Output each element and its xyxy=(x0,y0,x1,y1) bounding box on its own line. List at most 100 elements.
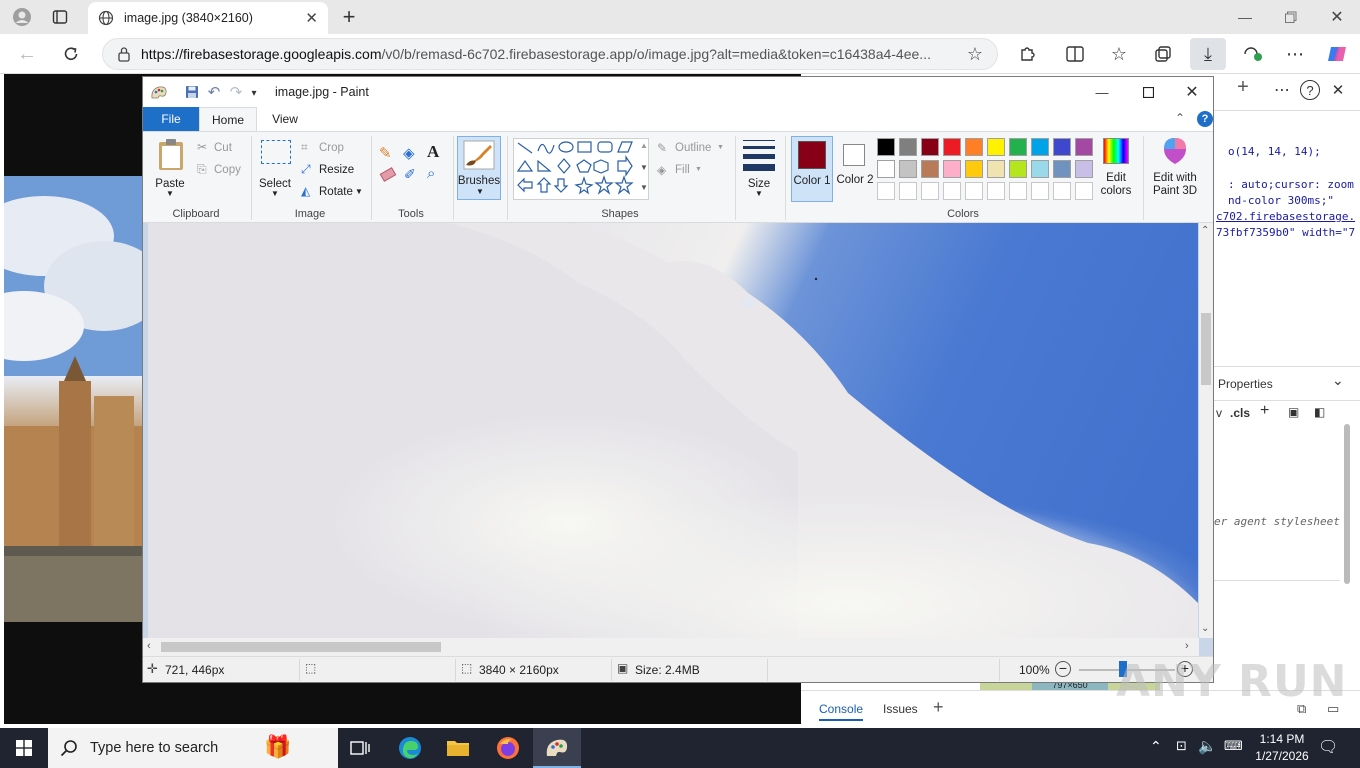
vertical-scroll-thumb[interactable] xyxy=(1201,313,1211,385)
palette-swatch[interactable] xyxy=(877,182,895,200)
computed-sidebar-icon[interactable]: ◧ xyxy=(1314,405,1325,419)
fill-button[interactable]: Fill xyxy=(675,164,690,176)
image-canvas[interactable] xyxy=(148,223,1198,638)
palette-swatch[interactable] xyxy=(1075,182,1093,200)
scroll-left-icon[interactable]: ‹ xyxy=(147,640,151,652)
url-bar[interactable]: https://firebasestorage.googleapis.com/v… xyxy=(102,38,998,70)
palette-swatch[interactable] xyxy=(899,160,917,178)
devtools-scrollbar[interactable] xyxy=(1344,424,1350,584)
css-line-4[interactable]: c702.firebasestorage. xyxy=(1216,210,1355,223)
tab-file[interactable]: File xyxy=(143,107,199,131)
lock-icon[interactable] xyxy=(117,46,131,62)
chevron-down-icon[interactable]: ⌄ xyxy=(1332,372,1344,389)
scroll-right-icon[interactable]: › xyxy=(1185,640,1189,652)
palette-swatch[interactable] xyxy=(1031,160,1049,178)
volume-icon[interactable]: 🔈 xyxy=(1198,737,1217,755)
more-menu-icon[interactable]: ⋯ xyxy=(1282,42,1308,66)
paint-taskbar-icon[interactable] xyxy=(533,728,581,768)
downloads-icon[interactable]: ⤓ xyxy=(1190,38,1226,70)
paste-button[interactable]: Paste ▼ xyxy=(151,136,189,200)
palette-swatch[interactable] xyxy=(877,160,895,178)
tab-view[interactable]: View xyxy=(265,107,305,131)
quick-access-dropdown-icon[interactable]: ▾ xyxy=(247,84,261,102)
palette-swatch[interactable] xyxy=(1053,160,1071,178)
palette-swatch[interactable] xyxy=(1009,138,1027,156)
issues-tab[interactable]: Issues xyxy=(883,702,918,716)
color2-button[interactable]: Color 2 xyxy=(835,136,875,202)
properties-section[interactable]: Properties xyxy=(1218,377,1273,391)
edit-with-paint3d-button[interactable]: Edit with Paint 3D xyxy=(1147,136,1203,202)
network-icon[interactable]: ⊡ xyxy=(1176,738,1187,754)
extensions-icon[interactable] xyxy=(1014,42,1040,66)
console-tab[interactable]: Console xyxy=(819,702,864,721)
palette-swatch[interactable] xyxy=(1075,160,1093,178)
favorites-icon[interactable]: ☆ xyxy=(1106,42,1132,66)
tray-overflow-icon[interactable]: ⌃ xyxy=(1150,738,1162,755)
close-window-icon[interactable]: ✕ xyxy=(1324,6,1350,28)
crop-button[interactable]: Crop xyxy=(319,142,344,154)
copilot-icon[interactable] xyxy=(1324,42,1350,66)
horizontal-scroll-thumb[interactable] xyxy=(161,642,441,652)
reload-icon[interactable] xyxy=(58,42,84,66)
select-button[interactable]: Select ▼ xyxy=(257,136,293,200)
fill-bucket-icon[interactable]: ◈ xyxy=(403,144,415,162)
palette-swatch[interactable] xyxy=(921,160,939,178)
palette-swatch[interactable] xyxy=(965,182,983,200)
palette-swatch[interactable] xyxy=(1053,138,1071,156)
paint-minimize-icon[interactable]: — xyxy=(1087,81,1117,103)
shapes-expand-icon[interactable]: ▼ xyxy=(640,183,648,192)
canvas-area[interactable] xyxy=(143,223,1213,656)
palette-swatch[interactable] xyxy=(899,138,917,156)
palette-swatch[interactable] xyxy=(899,182,917,200)
palette-swatch[interactable] xyxy=(921,182,939,200)
shapes-scroll-down-icon[interactable]: ▼ xyxy=(640,163,648,172)
palette-swatch[interactable] xyxy=(965,138,983,156)
palette-swatch[interactable] xyxy=(987,138,1005,156)
restore-icon[interactable] xyxy=(1278,6,1304,28)
devtools-more-icon[interactable]: ⋯ xyxy=(1272,80,1292,100)
undo-icon[interactable]: ↶ xyxy=(205,83,223,101)
cut-button[interactable]: Cut xyxy=(214,142,232,154)
palette-swatch[interactable] xyxy=(965,160,983,178)
palette-swatch[interactable] xyxy=(877,138,895,156)
palette-swatch[interactable] xyxy=(1075,138,1093,156)
scroll-down-icon[interactable]: ⌄ xyxy=(1201,623,1209,634)
palette-swatch[interactable] xyxy=(1009,182,1027,200)
firefox-icon[interactable] xyxy=(484,728,532,768)
shapes-gallery[interactable]: ▲ ▼ ▼ xyxy=(513,138,649,200)
horizontal-scrollbar[interactable]: ‹ › xyxy=(143,638,1199,656)
collections-icon[interactable] xyxy=(1150,42,1176,66)
palette-swatch[interactable] xyxy=(1031,138,1049,156)
palette-swatch[interactable] xyxy=(1031,182,1049,200)
palette-swatch[interactable] xyxy=(1009,160,1027,178)
palette-swatch[interactable] xyxy=(943,138,961,156)
resize-button[interactable]: Resize xyxy=(319,164,354,176)
palette-swatch[interactable] xyxy=(987,182,1005,200)
favorite-star-icon[interactable]: ☆ xyxy=(967,44,983,65)
split-screen-icon[interactable] xyxy=(1062,42,1088,66)
performance-icon[interactable] xyxy=(1240,42,1266,66)
magnifier-icon[interactable]: ⌕ xyxy=(427,165,435,182)
palette-swatch[interactable] xyxy=(943,160,961,178)
start-button[interactable] xyxy=(0,728,48,768)
ribbon-collapse-icon[interactable]: ⌃ xyxy=(1175,111,1185,125)
color1-button[interactable]: Color 1 xyxy=(791,136,833,202)
color-picker-icon[interactable]: ✐ xyxy=(404,166,416,183)
palette-swatch[interactable] xyxy=(1053,182,1071,200)
add-drawer-tab-icon[interactable]: + xyxy=(933,697,944,718)
eraser-icon[interactable] xyxy=(379,167,397,182)
tab-actions-icon[interactable] xyxy=(48,6,72,28)
text-icon[interactable]: A xyxy=(427,142,439,162)
devtools-close-icon[interactable]: ✕ xyxy=(1328,80,1348,100)
help-icon[interactable]: ? xyxy=(1300,80,1320,100)
file-explorer-icon[interactable] xyxy=(434,728,482,768)
copy-button[interactable]: Copy xyxy=(214,164,241,176)
paint-brush-icon[interactable]: ▣ xyxy=(1288,405,1299,419)
size-button[interactable]: Size ▼ xyxy=(739,136,779,200)
notification-icon[interactable]: 🗨 xyxy=(1318,737,1338,757)
outline-button[interactable]: Outline xyxy=(675,142,711,154)
language-icon[interactable]: ⌨ xyxy=(1224,738,1243,754)
save-icon[interactable] xyxy=(183,83,201,101)
tab-home[interactable]: Home xyxy=(199,107,257,131)
add-panel-icon[interactable]: + xyxy=(1234,76,1252,98)
